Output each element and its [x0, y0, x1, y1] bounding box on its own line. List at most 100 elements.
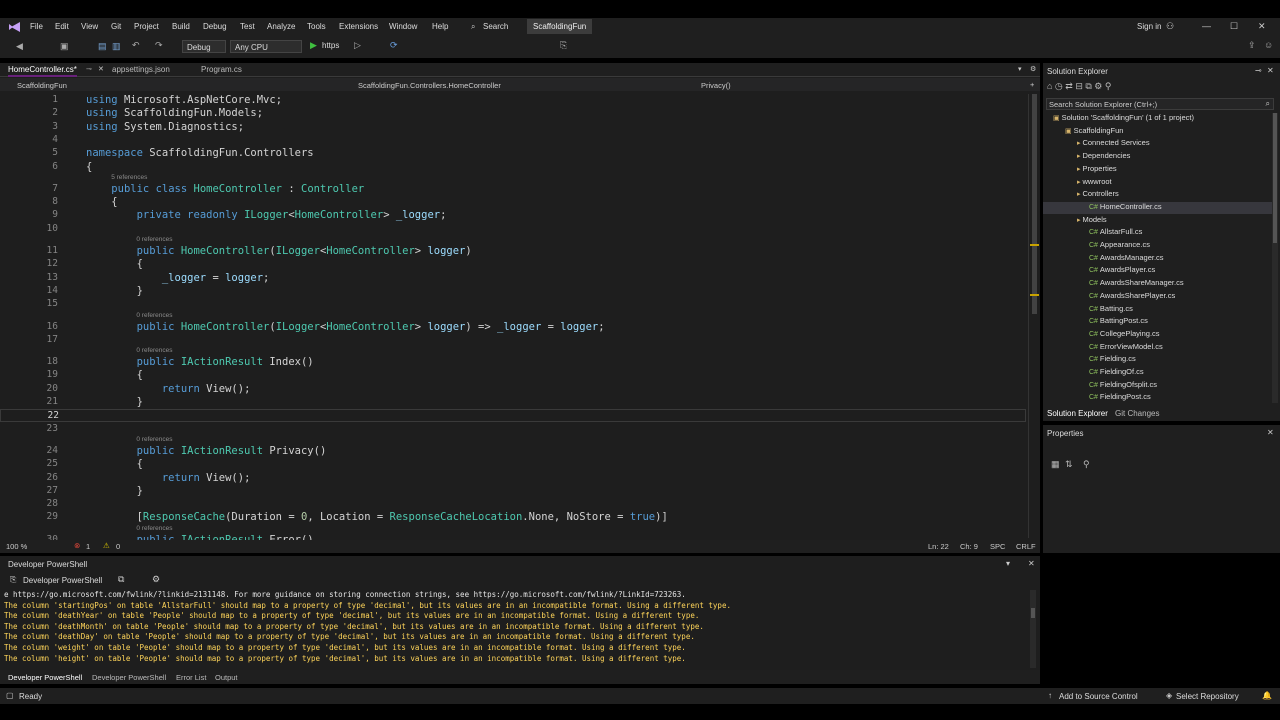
code-line[interactable]: 26 return View(); [0, 472, 1026, 485]
eol-indicator[interactable]: CRLF [1016, 542, 1036, 551]
terminal-close-icon[interactable]: ✕ [1028, 559, 1035, 568]
code-line[interactable]: 15 [0, 298, 1026, 311]
properties-close-icon[interactable]: ✕ [1267, 428, 1274, 437]
menu-item-extensions[interactable]: Extensions [339, 22, 378, 31]
code-line[interactable]: 3 using System.Diagnostics; [0, 121, 1026, 134]
live-share-icon[interactable]: ⇪ [1248, 40, 1256, 51]
tree-item[interactable]: C# FieldingPost.cs [1089, 392, 1151, 403]
save-all-icon[interactable]: ▥ [112, 41, 121, 52]
tree-item[interactable]: C# FieldingOfsplit.cs [1089, 380, 1157, 392]
back-icon[interactable]: ◀ [16, 41, 23, 52]
code-line[interactable]: 7 public class HomeController : Controll… [0, 183, 1026, 196]
tab-homecontroller[interactable]: HomeController.cs* [8, 65, 77, 77]
code-line[interactable]: 4 [0, 134, 1026, 147]
code-line[interactable]: 24 public IActionResult Privacy() [0, 445, 1026, 458]
spacing-indicator[interactable]: SPC [990, 542, 1005, 551]
tab-git-changes[interactable]: Git Changes [1115, 409, 1159, 418]
menu-item-view[interactable]: View [81, 22, 98, 31]
menu-item-debug[interactable]: Debug [203, 22, 227, 31]
property-pages-icon[interactable]: ⚲ [1083, 459, 1090, 470]
column-indicator[interactable]: Ch: 9 [960, 542, 978, 551]
menu-item-project[interactable]: Project [134, 22, 159, 31]
code-lens-references[interactable]: 0 references [136, 525, 172, 532]
editor-vertical-scrollbar[interactable] [1028, 94, 1040, 538]
tree-item[interactable]: C# Batting.cs [1089, 304, 1133, 316]
code-line[interactable]: 10 [0, 223, 1026, 236]
run-without-debug-icon[interactable]: ▷ [354, 40, 361, 51]
code-line[interactable]: 20 return View(); [0, 383, 1026, 396]
vs-logo-icon[interactable] [8, 21, 22, 33]
code-line[interactable]: 6{ [0, 161, 1026, 174]
code-line[interactable]: 29 [ResponseCache(Duration = 0, Location… [0, 511, 1026, 524]
menu-item-edit[interactable]: Edit [55, 22, 69, 31]
code-line[interactable]: 11 public HomeController(ILogger<HomeCon… [0, 245, 1026, 258]
warning-count[interactable]: 0 [116, 542, 120, 551]
tab-appsettings[interactable]: appsettings.json [112, 65, 170, 77]
feedback-icon[interactable]: ☺ [1264, 40, 1273, 50]
sign-in-link[interactable]: Sign in [1137, 22, 1161, 31]
tab-developer-powershell[interactable]: Developer PowerShell [92, 673, 166, 682]
menu-item-test[interactable]: Test [240, 22, 255, 31]
code-line[interactable]: 13 _logger = logger; [0, 272, 1026, 285]
class-dropdown[interactable]: ScaffoldingFun.Controllers.HomeControlle… [358, 81, 501, 90]
member-dropdown[interactable]: Privacy() [701, 81, 731, 90]
code-lens-references[interactable]: 0 references [136, 236, 172, 243]
account-icon[interactable]: ⚇ [1166, 21, 1174, 32]
alphabetical-icon[interactable]: ⇅ [1065, 459, 1073, 470]
new-file-icon[interactable]: ▣ [60, 41, 69, 52]
warning-icon[interactable]: ⚠ [103, 541, 110, 550]
tab-developer-powershell-active[interactable]: Developer PowerShell [8, 673, 82, 682]
code-lens-references[interactable]: 0 references [136, 436, 172, 443]
code-line[interactable]: 2 using ScaffoldingFun.Models; [0, 107, 1026, 120]
code-line[interactable]: 22 [0, 409, 1026, 423]
tree-item[interactable]: ▸ Properties [1077, 164, 1117, 176]
settings-icon[interactable]: ⚙ [1030, 65, 1036, 73]
terminal-select[interactable]: Developer PowerShell [23, 576, 102, 585]
bookmark-icon[interactable]: ⎘ [560, 40, 567, 51]
code-line[interactable]: 23 [0, 423, 1026, 436]
run-icon[interactable]: ▶ [310, 40, 317, 51]
panel-close-icon[interactable]: ✕ [1267, 66, 1274, 75]
error-icon[interactable]: ⊗ [74, 541, 80, 550]
tree-scrollbar[interactable] [1272, 113, 1278, 403]
search-menu[interactable]: Search [483, 22, 508, 31]
platform-dropdown[interactable]: Any CPU [230, 40, 302, 53]
tree-item[interactable]: C# BattingPost.cs [1089, 316, 1148, 328]
code-lens-references[interactable]: 0 references [136, 347, 172, 354]
code-line[interactable]: 25 { [0, 458, 1026, 471]
tree-item[interactable]: C# AwardsPlayer.cs [1089, 265, 1155, 277]
zoom-level[interactable]: 100 % [6, 542, 27, 551]
code-area[interactable]: 1 using Microsoft.AspNetCore.Mvc; 2 using S… [0, 94, 1026, 546]
terminal-add-icon[interactable]: ⎘ [10, 575, 16, 585]
code-line[interactable]: 8 { [0, 196, 1026, 209]
categorized-icon[interactable]: ▦ [1051, 459, 1060, 470]
terminal-scrollbar[interactable] [1030, 590, 1036, 668]
code-line[interactable]: 17 [0, 334, 1026, 347]
search-icon[interactable]: ⌕ [471, 22, 475, 32]
select-repository[interactable]: Select Repository [1176, 692, 1239, 701]
minimize-icon[interactable]: — [1202, 21, 1211, 31]
menu-item-tools[interactable]: Tools [307, 22, 326, 31]
config-dropdown[interactable]: Debug [182, 40, 226, 53]
tab-solution-explorer[interactable]: Solution Explorer [1047, 409, 1108, 418]
line-indicator[interactable]: Ln: 22 [928, 542, 949, 551]
tree-item[interactable]: ▸ wwwroot [1077, 177, 1112, 189]
save-icon[interactable]: ▤ [98, 41, 107, 52]
code-lens-references[interactable]: 0 references [136, 312, 172, 319]
pin-icon[interactable]: ⊸ [86, 65, 92, 73]
code-line[interactable]: 21 } [0, 396, 1026, 409]
tab-close-icon[interactable]: ✕ [98, 65, 104, 73]
tree-item[interactable]: ▸ Controllers [1077, 189, 1119, 201]
notifications-icon[interactable]: 🔔 [1262, 691, 1272, 700]
tab-program[interactable]: Program.cs [201, 65, 242, 77]
solution-search-box[interactable]: Search Solution Explorer (Ctrl+;) ⌕ [1046, 98, 1274, 110]
menu-item-help[interactable]: Help [432, 22, 448, 31]
copy-icon[interactable]: ⧉ [118, 574, 124, 585]
tab-error-list[interactable]: Error List [176, 673, 206, 682]
code-line[interactable]: 18 public IActionResult Index() [0, 356, 1026, 369]
tab-overflow-icon[interactable]: ▾ [1018, 65, 1022, 73]
code-lens-references[interactable]: 5 references [111, 174, 147, 181]
menu-item-window[interactable]: Window [389, 22, 417, 31]
tree-item[interactable]: ▸ Dependencies [1077, 151, 1130, 163]
tree-item[interactable]: C# AllstarFull.cs [1089, 227, 1142, 239]
